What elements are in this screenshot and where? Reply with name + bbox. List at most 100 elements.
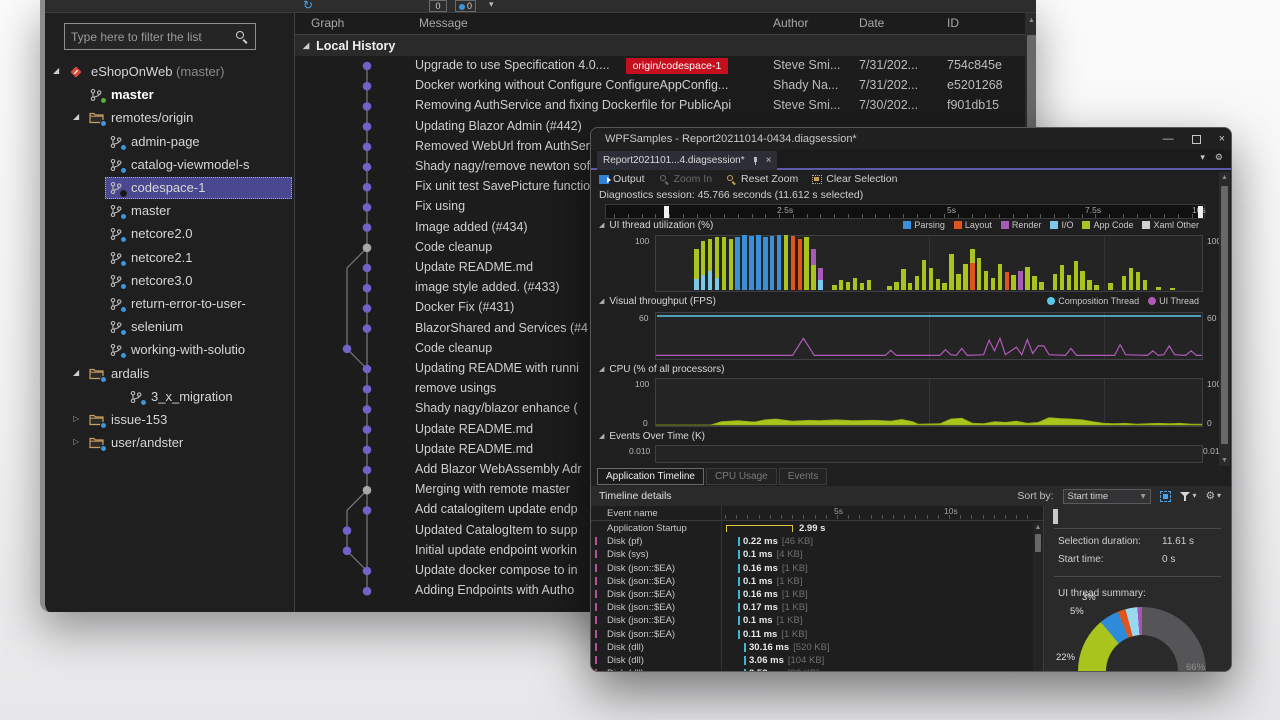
gear-icon[interactable]: ⚙ (1215, 152, 1223, 163)
ui-thread-chart[interactable] (655, 235, 1203, 292)
tab-events[interactable]: Events (778, 468, 828, 485)
reset-zoom-button[interactable]: Reset Zoom (726, 173, 798, 185)
tree-item-netcore3-0[interactable]: netcore3.0 (45, 270, 294, 293)
events-section-header[interactable]: ◢ Events Over Time (K) (599, 431, 705, 442)
commit-row[interactable]: Removing AuthService and fixing Dockerfi… (295, 96, 1036, 116)
tree-item-issue-153[interactable]: ▷ issue-153 (45, 409, 294, 432)
pin-icon[interactable] (752, 157, 759, 165)
scroll-up-icon[interactable]: ▲ (1025, 17, 1036, 24)
branch-badge[interactable]: origin/codespace-1 (625, 58, 729, 74)
tree-item-eshoponweb[interactable]: ◢ eShopOnWeb (master) (45, 61, 294, 84)
local-history-section-header[interactable]: ◢ Local History (295, 35, 1036, 56)
column-message[interactable]: Message (419, 16, 468, 30)
tree-item-return-error-to-user-[interactable]: return-error-to-user- (45, 293, 294, 316)
commit-message-wrap: Add catalogitem update endp (415, 502, 578, 516)
column-graph[interactable]: Graph (311, 16, 344, 30)
window-titlebar[interactable]: WPFSamples - Report20211014-0434.diagses… (591, 128, 1231, 150)
tree-item-admin-page[interactable]: admin-page (45, 131, 294, 154)
column-date[interactable]: Date (859, 16, 884, 30)
events-chart[interactable] (655, 445, 1203, 463)
column-id[interactable]: ID (947, 16, 959, 30)
timeline-scrollbar[interactable]: ▲ (1033, 522, 1043, 671)
output-button[interactable]: Output (599, 173, 645, 185)
tree-item-user-andster[interactable]: ▷ user/andster (45, 432, 294, 455)
timeline-event-row[interactable]: Disk (dll) 3.06 ms [104 KB] (591, 654, 1043, 667)
chart-bar-segment (921, 259, 927, 290)
selection-duration-value: 11.61 s (1162, 536, 1195, 547)
timeline-event-row[interactable]: Disk (json::$EA) 0.11 ms [1 KB] (591, 628, 1043, 641)
tab-cpu-usage[interactable]: CPU Usage (705, 468, 777, 485)
minimize-button[interactable]: — (1163, 128, 1174, 150)
tree-item-3-x-migration[interactable]: 3_x_migration (45, 386, 294, 409)
timeline-event-row[interactable]: Disk (json::$EA) 0.16 ms [1 KB] (591, 562, 1043, 575)
fps-section-header[interactable]: ◢ Visual throughput (FPS) (599, 296, 716, 307)
timeline-event-row[interactable]: Disk (json::$EA) 0.1 ms [1 KB] (591, 614, 1043, 627)
scrollbar-thumb[interactable] (1027, 35, 1036, 133)
search-icon[interactable] (235, 30, 249, 44)
close-button[interactable]: × (1219, 128, 1225, 150)
event-name-column[interactable]: Event name (607, 508, 658, 519)
cpu-chart[interactable] (655, 378, 1203, 427)
commit-row[interactable]: Docker working without Configure Configu… (295, 76, 1036, 96)
selection-handle[interactable] (664, 206, 669, 218)
selection-handle[interactable] (1198, 206, 1203, 218)
tree-item-master[interactable]: master (45, 84, 294, 107)
incoming-commits-count[interactable]: 0 (429, 0, 447, 12)
expander-icon[interactable]: ◢ (53, 66, 65, 75)
commit-row[interactable]: Upgrade to use Specification 4.0.... orig… (295, 56, 1036, 76)
tree-item-master[interactable]: master (45, 200, 294, 223)
fps-chart[interactable] (655, 312, 1203, 360)
scrollbar-thumb[interactable] (1035, 534, 1041, 552)
commit-message: Updating README with runni (415, 361, 579, 375)
chart-bar-segment (700, 274, 706, 290)
session-time-ruler[interactable]: 2.5s5s7.5s10s (605, 204, 1206, 219)
chevron-down-icon[interactable]: ▾ (1200, 152, 1205, 163)
timeline-event-row[interactable]: Disk (dll) 30.16 ms [520 KB] (591, 641, 1043, 654)
tree-item-working-with-solutio[interactable]: working-with-solutio (45, 339, 294, 362)
tab-diagsession[interactable]: Report2021101...4.diagsession* × (597, 151, 778, 170)
legend-chip (1082, 221, 1091, 229)
filter-icon[interactable] (1179, 491, 1191, 502)
expander-icon[interactable]: ◢ (303, 41, 309, 50)
sync-icon[interactable]: ↻ (303, 0, 313, 12)
tree-item-remotes-origin[interactable]: ◢ remotes/origin (45, 107, 294, 130)
gear-icon[interactable]: ⚙ (1206, 486, 1215, 506)
scrollbar-thumb[interactable] (1053, 509, 1058, 524)
scrollbar-thumb[interactable] (1221, 186, 1228, 444)
maximize-button[interactable] (1191, 134, 1201, 144)
column-author[interactable]: Author (773, 16, 808, 30)
timeline-event-row[interactable]: Disk (json::$EA) 0.16 ms [1 KB] (591, 588, 1043, 601)
scroll-up-icon[interactable]: ▲ (1033, 524, 1043, 531)
timeline-event-row[interactable]: Application Startup 2.99 s (591, 522, 1043, 535)
timeline-event-row[interactable]: Disk (sys) 0.1 ms [4 KB] (591, 548, 1043, 561)
disk-event-marker (595, 590, 597, 598)
charts-scrollbar[interactable]: ▲ ▼ (1219, 172, 1230, 466)
zoom-in-button[interactable]: Zoom In (659, 173, 712, 185)
expander-icon[interactable]: ▷ (73, 414, 85, 423)
scroll-down-icon[interactable]: ▼ (1219, 457, 1230, 464)
tree-item-netcore2-1[interactable]: netcore2.1 (45, 247, 294, 270)
tree-item-selenium[interactable]: selenium (45, 316, 294, 339)
timeline-event-row[interactable]: Disk (pf) 0.22 ms [46 KB] (591, 535, 1043, 548)
timeline-event-row[interactable]: Disk (json::$EA) 0.1 ms [1 KB] (591, 575, 1043, 588)
tree-item-catalog-viewmodel-s[interactable]: catalog-viewmodel-s (45, 154, 294, 177)
clear-selection-button[interactable]: Clear Selection (812, 173, 897, 185)
expander-icon[interactable]: ◢ (73, 112, 85, 121)
tab-application-timeline[interactable]: Application Timeline (597, 468, 704, 485)
scroll-up-icon[interactable]: ▲ (1219, 174, 1230, 181)
ui-thread-section-header[interactable]: ◢ UI thread utilization (%) (599, 220, 713, 231)
chevron-down-icon[interactable]: ▾ (489, 0, 494, 10)
tree-item-netcore2-0[interactable]: netcore2.0 (45, 223, 294, 246)
tree-item-codespace-1[interactable]: codespace-1 (45, 177, 294, 200)
expander-icon[interactable]: ◢ (73, 368, 85, 377)
close-tab-icon[interactable]: × (766, 151, 772, 170)
outgoing-commits-count[interactable]: 0 (455, 0, 477, 12)
zoom-to-selection-icon[interactable] (1159, 490, 1171, 502)
expander-icon[interactable]: ▷ (73, 437, 85, 446)
timeline-event-row[interactable]: Disk (dll) 8.58 ms[88 KB] (591, 667, 1043, 671)
sort-by-select[interactable]: Start time ▾ (1062, 488, 1151, 504)
timeline-event-row[interactable]: Disk (json::$EA) 0.17 ms [1 KB] (591, 601, 1043, 614)
cpu-section-header[interactable]: ◢ CPU (% of all processors) (599, 364, 724, 375)
tree-item-ardalis[interactable]: ◢ ardalis (45, 363, 294, 386)
branch-filter-input[interactable] (65, 29, 235, 44)
